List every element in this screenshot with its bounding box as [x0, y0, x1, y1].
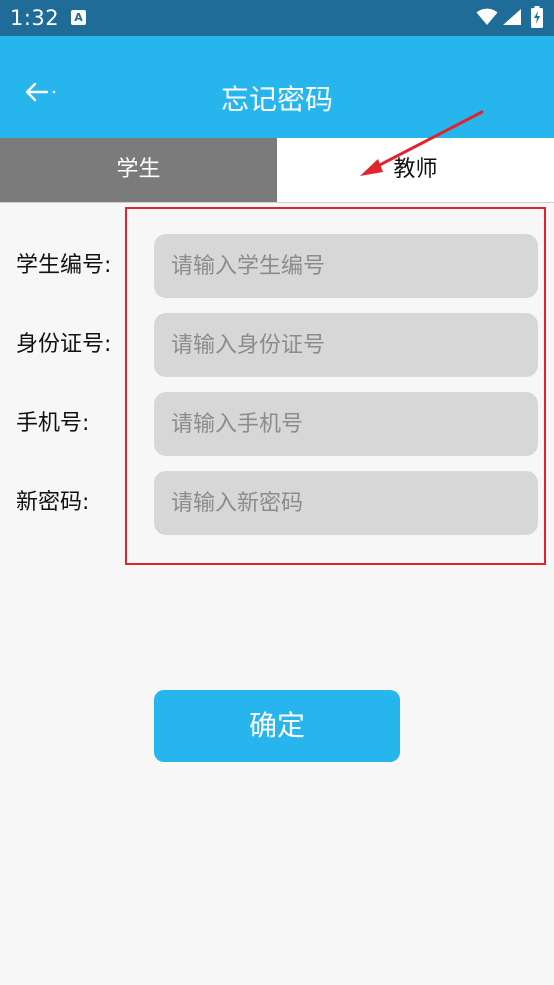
notification-a-letter: A	[74, 11, 83, 24]
confirm-button[interactable]: 确定	[154, 690, 400, 762]
page-title: 忘记密码	[220, 83, 333, 116]
student-id-row: 学生编号:	[0, 234, 554, 298]
tab-teacher[interactable]: 教师	[277, 138, 554, 202]
battery-charging-icon	[531, 6, 543, 28]
forgot-password-screen: 1:32 A 忘记密码 学生 教师 学生编号: 请输入学生编号 身份证号: 请输…	[0, 0, 554, 985]
role-tabs: 学生 教师	[0, 138, 554, 203]
notification-a-icon: A	[71, 10, 86, 25]
phone-label: 手机号:	[16, 411, 90, 436]
status-time: 1:32	[10, 6, 60, 30]
app-bar: 忘记密码	[0, 36, 554, 138]
new-password-row: 新密码:	[0, 471, 554, 535]
tab-student[interactable]: 学生	[0, 138, 277, 202]
new-password-label: 新密码:	[16, 490, 90, 515]
id-card-label: 身份证号:	[16, 332, 112, 357]
student-id-input[interactable]	[154, 234, 538, 298]
id-card-input[interactable]	[154, 313, 538, 377]
phone-row: 手机号:	[0, 392, 554, 456]
signal-icon	[503, 9, 521, 25]
status-bar: 1:32 A	[0, 0, 554, 36]
student-id-label: 学生编号:	[16, 253, 112, 278]
wifi-icon	[476, 8, 498, 25]
phone-input[interactable]	[154, 392, 538, 456]
id-card-row: 身份证号:	[0, 313, 554, 377]
new-password-input[interactable]	[154, 471, 538, 535]
